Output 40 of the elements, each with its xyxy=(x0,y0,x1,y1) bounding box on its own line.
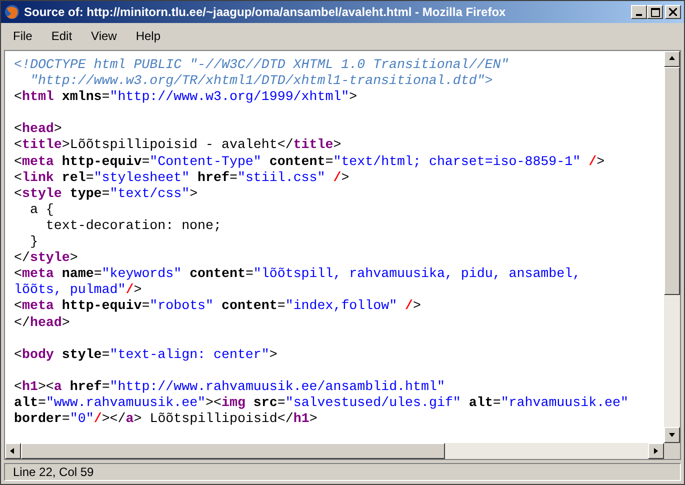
scroll-right-button[interactable] xyxy=(648,443,664,459)
code-line: </style> xyxy=(14,250,78,266)
code-line: <style type="text/css"> xyxy=(14,186,198,202)
code-line: <html xmlns="http://www.w3.org/1999/xhtml"> xyxy=(14,89,358,106)
code-line: alt="www.rahvamuusik.ee"><img src="salvestused/ules.gif" alt="rahvamuusik.ee" xyxy=(14,394,628,412)
code-line: <meta name="keywords" content="lõõtspill, rahvamuusika, pidu, ansambel, xyxy=(14,266,581,282)
status-bar: Line 22, Col 59 xyxy=(4,463,681,481)
code-line: a { xyxy=(28,202,54,218)
menu-item[interactable]: Help xyxy=(126,27,170,45)
scrollbar-thumb[interactable] xyxy=(21,443,445,459)
code-line: <link rel="stylesheet" href="stiil.css" /> xyxy=(14,170,350,186)
code-line: <!DOCTYPE html PUBLIC "-//W3C//DTD XHTML 1.0 Transitional//EN" xyxy=(14,57,509,74)
code-line: <meta http-equiv="Content-Type" content="text/html; charset=iso-8859-1" /> xyxy=(14,154,605,170)
vertical-scrollbar[interactable] xyxy=(664,51,680,443)
code-line: <meta http-equiv="robots" content="index,follow" /> xyxy=(14,298,422,314)
code-line: <head> xyxy=(14,121,62,138)
minimize-button[interactable] xyxy=(631,5,647,19)
code-line: text-decoration: none; xyxy=(44,218,222,234)
code-line: <title>Lõõtspillipoisid - avaleht</title> xyxy=(14,137,342,154)
scroll-left-button[interactable] xyxy=(5,443,21,459)
code-line: </head> xyxy=(14,314,70,331)
browser-logo-icon xyxy=(4,4,20,20)
menu-item[interactable]: Edit xyxy=(42,27,82,45)
close-button[interactable] xyxy=(665,5,681,19)
code-line: <h1><a href="http://www.rahvamuusik.ee/ansamblid.html" xyxy=(14,378,445,395)
code-line: border="0"/></a> Lõõtspillipoisid</h1> xyxy=(14,411,318,428)
code-line: <body style="text-align: center"> xyxy=(14,346,278,363)
horizontal-scrollbar[interactable] xyxy=(5,443,664,459)
maximize-button[interactable] xyxy=(647,5,663,19)
code-line: lõõts, pulmad"/> xyxy=(14,282,142,298)
menu-item[interactable]: View xyxy=(82,27,126,45)
window-title: Source of: http://minitorn.tlu.ee/~jaagup/oma/ansambel/avaleht.html - Mozilla Firefox xyxy=(24,4,507,21)
scrollbar-thumb[interactable] xyxy=(664,67,680,295)
menu-item[interactable]: File xyxy=(4,27,42,45)
close-icon xyxy=(669,8,677,16)
code-line: "http://www.w3.org/TR/xhtml1/DTD/xhtml1-transitional.dtd"> xyxy=(28,73,493,90)
maximize-icon xyxy=(650,8,660,16)
scroll-up-button[interactable] xyxy=(664,51,680,67)
code-line: } xyxy=(28,234,38,250)
scroll-down-button[interactable] xyxy=(664,427,680,443)
